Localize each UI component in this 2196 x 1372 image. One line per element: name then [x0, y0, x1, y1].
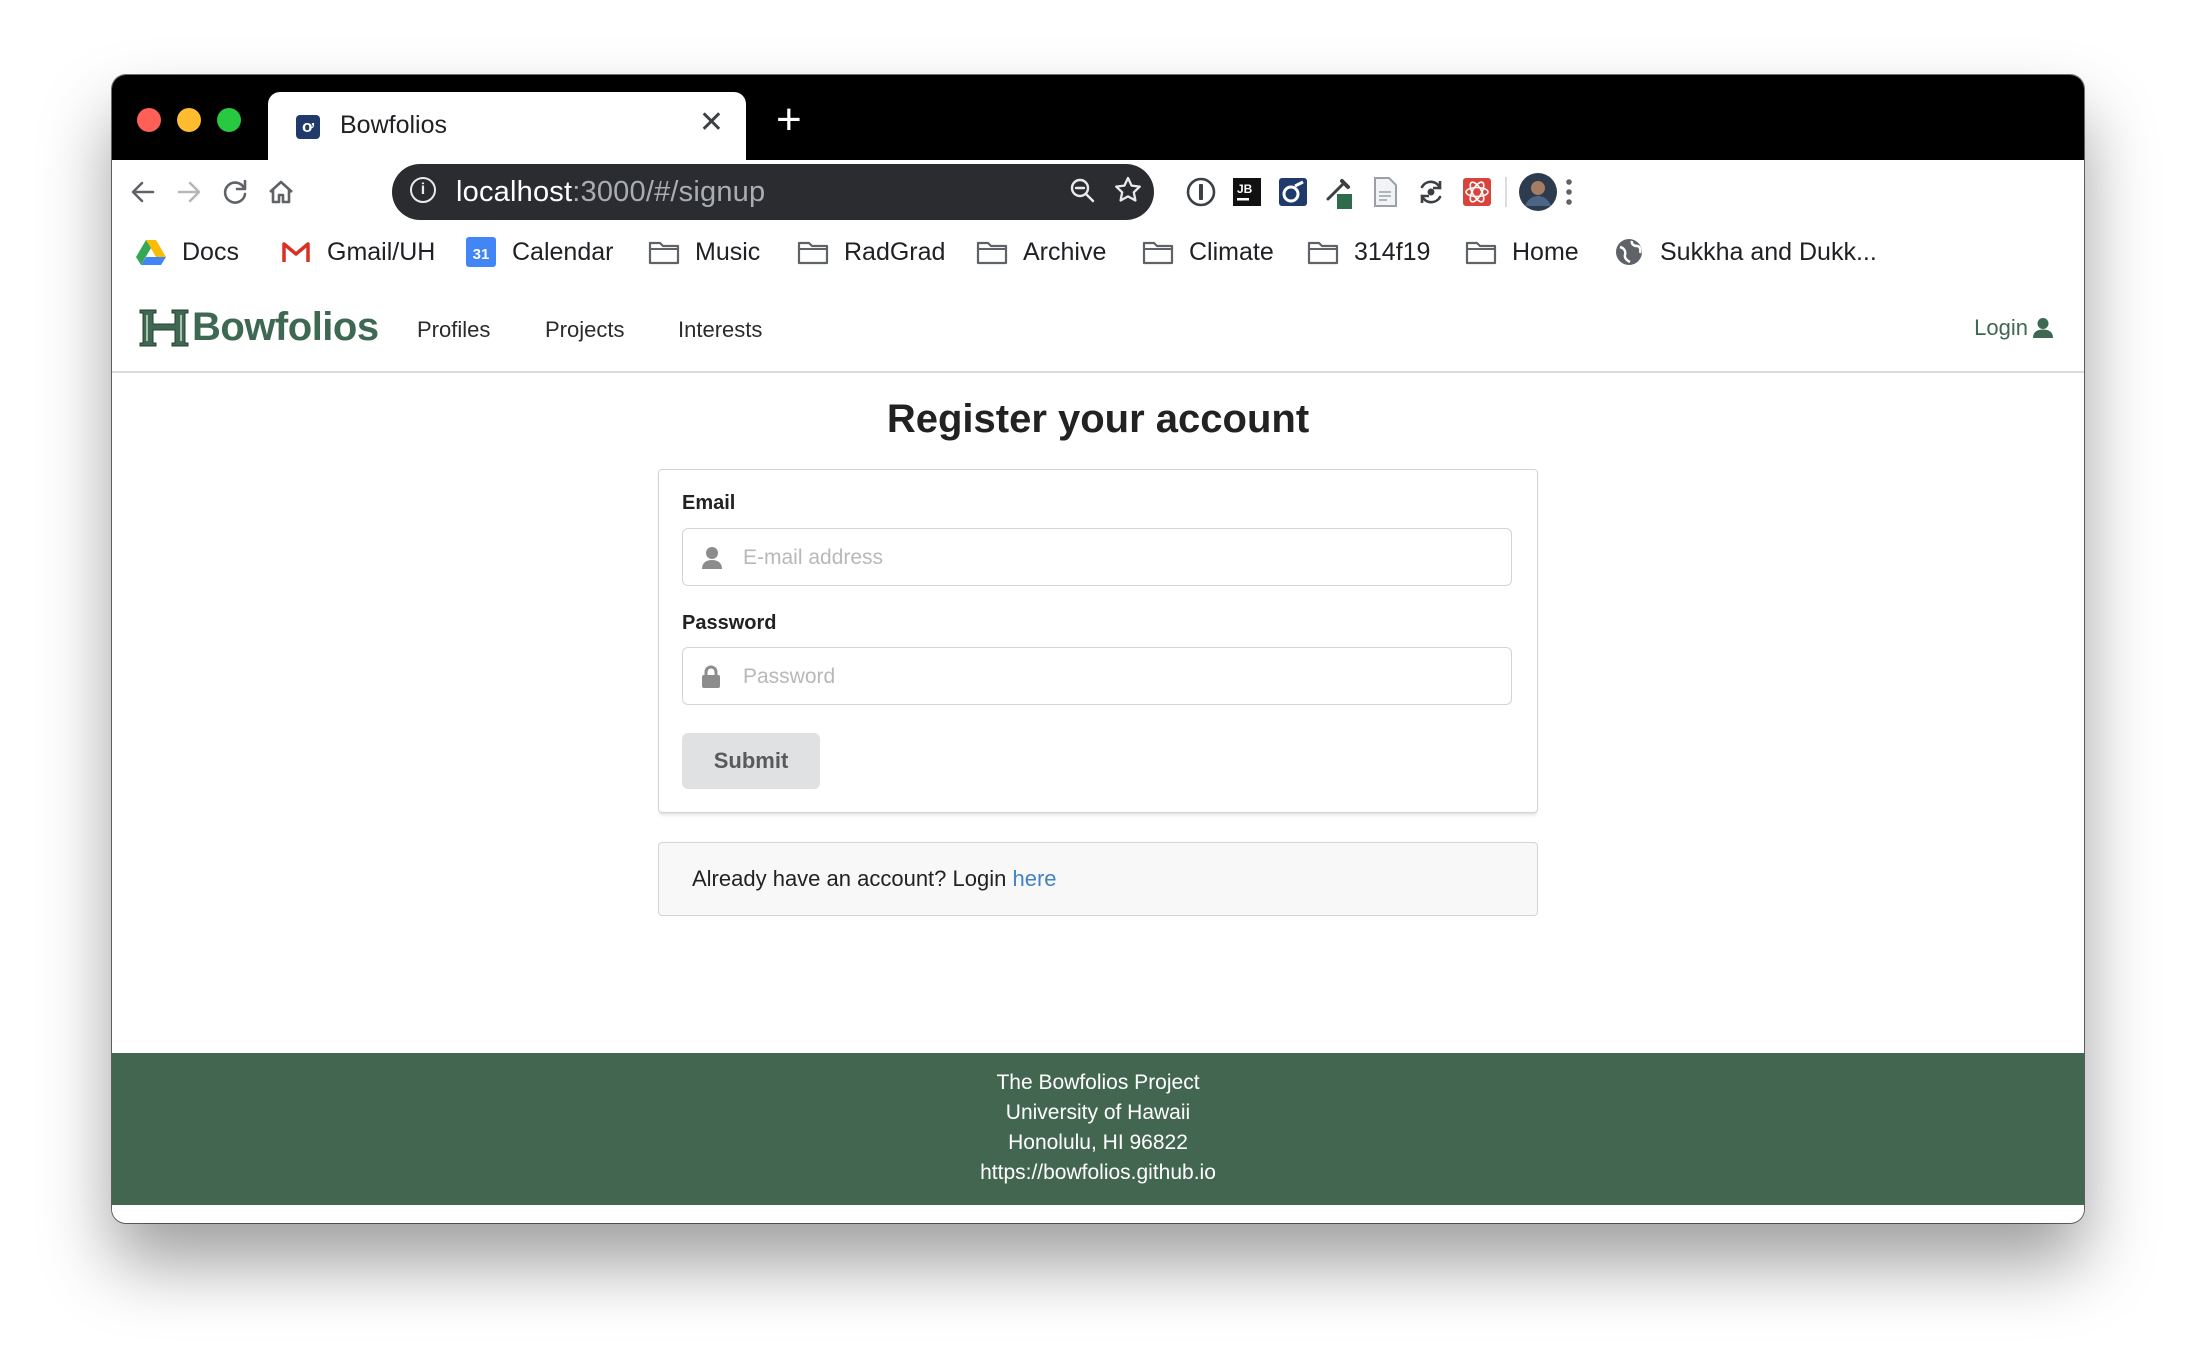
tab-title: Bowfolios [340, 111, 447, 139]
brand-name: Bowfolios [192, 305, 379, 349]
browser-window: ơ Bowfolios ✕ + i localhost:3000/#/signu… [112, 75, 2084, 1223]
zoom-window-button[interactable] [217, 108, 241, 132]
reload-icon[interactable] [213, 170, 257, 214]
nav-projects[interactable]: Projects [545, 317, 624, 343]
footer-url[interactable]: https://bowfolios.github.io [112, 1158, 2084, 1188]
tab-bowfolios[interactable]: ơ Bowfolios ✕ [268, 92, 746, 160]
login-message-text: Already have an account? Login here [692, 866, 1057, 892]
bookmark-music[interactable]: Music [647, 237, 760, 267]
bookmark-label: Calendar [512, 237, 614, 266]
bookmark-label: 314f19 [1354, 237, 1431, 266]
footer-project: The Bowfolios Project [996, 1071, 1200, 1094]
address-bar[interactable]: i localhost:3000/#/signup [392, 164, 1154, 220]
bookmark-climate[interactable]: Climate [1141, 237, 1274, 267]
react-devtools-icon[interactable] [1460, 175, 1494, 209]
calendar-icon: 31 [464, 237, 498, 267]
bookmark-label: RadGrad [844, 237, 946, 266]
bookmark-archive[interactable]: Archive [975, 237, 1106, 267]
message-text: Already have an account? Login [692, 866, 1007, 891]
onepassword-icon[interactable] [1184, 175, 1218, 209]
submit-button[interactable]: Submit [682, 733, 820, 789]
email-field[interactable] [741, 539, 1485, 577]
login-label: Login [1974, 315, 2028, 340]
bookmark-calendar[interactable]: 31 Calendar [464, 237, 613, 267]
bookmarks-bar: Docs Gmail/UH 31 Calendar Music RadGrad … [112, 225, 2084, 289]
close-tab-icon[interactable]: ✕ [699, 108, 724, 138]
more-menu-icon[interactable] [1552, 175, 1586, 209]
url-host: localhost [456, 176, 573, 208]
folder-icon [975, 237, 1009, 267]
email-label: Email [682, 492, 736, 514]
calendar-icon-date: 31 [466, 237, 496, 267]
home-icon[interactable] [259, 170, 303, 214]
bookmark-label: Docs [182, 237, 239, 266]
bowfolios-extension-icon[interactable] [1276, 175, 1310, 209]
user-icon [2033, 318, 2053, 338]
bookmark-label: Music [695, 237, 761, 266]
page-content: Bowfolios Profiles Projects Interests Lo… [112, 287, 2084, 1223]
document-icon[interactable] [1368, 175, 1402, 209]
new-tab-icon[interactable]: + [776, 98, 802, 142]
login-dropdown[interactable]: Login [1974, 315, 2054, 341]
url-path: :3000/#/signup [572, 176, 766, 208]
minimize-window-button[interactable] [177, 108, 201, 132]
footer-address: Honolulu, HI 96822 [1008, 1131, 1188, 1154]
bookmark-docs[interactable]: Docs [134, 237, 239, 267]
uh-logo-icon [139, 309, 189, 346]
nav-profiles[interactable]: Profiles [417, 317, 490, 343]
bookmark-home[interactable]: Home [1464, 237, 1579, 267]
bookmark-label: Gmail/UH [327, 237, 436, 266]
bookmark-radgrad[interactable]: RadGrad [796, 237, 945, 267]
site-navbar: Bowfolios Profiles Projects Interests Lo… [112, 287, 2084, 373]
login-here-link[interactable]: here [1012, 866, 1056, 891]
back-icon[interactable] [121, 170, 165, 214]
signup-form: Email Password Submit [658, 469, 1538, 813]
email-field-wrapper [682, 528, 1512, 586]
tab-strip: ơ Bowfolios ✕ + [112, 75, 2084, 160]
folder-icon [1306, 237, 1340, 267]
lock-icon [702, 665, 720, 688]
close-window-button[interactable] [137, 108, 161, 132]
bookmark-label: Archive [1023, 237, 1107, 266]
bookmark-gmail[interactable]: Gmail/UH [279, 237, 435, 267]
bookmark-label: Home [1512, 237, 1579, 266]
folder-icon [1464, 237, 1498, 267]
folder-icon [796, 237, 830, 267]
gmail-icon [279, 237, 313, 267]
toolbar-divider [1505, 177, 1507, 207]
folder-icon [1141, 237, 1175, 267]
globe-icon [1612, 237, 1646, 267]
brand-link[interactable]: Bowfolios [138, 305, 379, 350]
password-field-wrapper [682, 647, 1512, 705]
bowfolios-favicon-icon: ơ [296, 115, 320, 139]
svg-text:JB: JB [1237, 182, 1253, 196]
folder-icon [647, 237, 681, 267]
zoom-icon[interactable] [1068, 176, 1098, 211]
login-message: Already have an account? Login here [658, 842, 1538, 916]
site-info-icon[interactable]: i [410, 177, 436, 203]
color-picker-icon[interactable] [1322, 175, 1356, 209]
password-label: Password [682, 612, 777, 634]
user-icon [702, 547, 722, 569]
bookmark-star-icon[interactable] [1112, 174, 1144, 211]
site-footer: The Bowfolios Project University of Hawa… [112, 1053, 2084, 1205]
jetbrains-icon[interactable]: JB [1230, 175, 1264, 209]
footer-university: University of Hawaii [1005, 1101, 1191, 1124]
bookmark-label: Sukkha and Dukk... [1660, 237, 1877, 266]
page-title: Register your account [886, 397, 1310, 441]
sync-icon[interactable] [1414, 175, 1448, 209]
bookmark-label: Climate [1189, 237, 1274, 266]
nav-interests[interactable]: Interests [678, 317, 762, 343]
browser-toolbar: i localhost:3000/#/signup JB [112, 160, 2084, 225]
password-field[interactable] [741, 658, 1485, 696]
bookmark-sukkha[interactable]: Sukkha and Dukk... [1612, 237, 1877, 267]
bookmark-314f19[interactable]: 314f19 [1306, 237, 1430, 267]
forward-icon[interactable] [167, 170, 211, 214]
google-drive-icon [134, 237, 168, 267]
url-text[interactable]: localhost:3000/#/signup [456, 176, 765, 209]
